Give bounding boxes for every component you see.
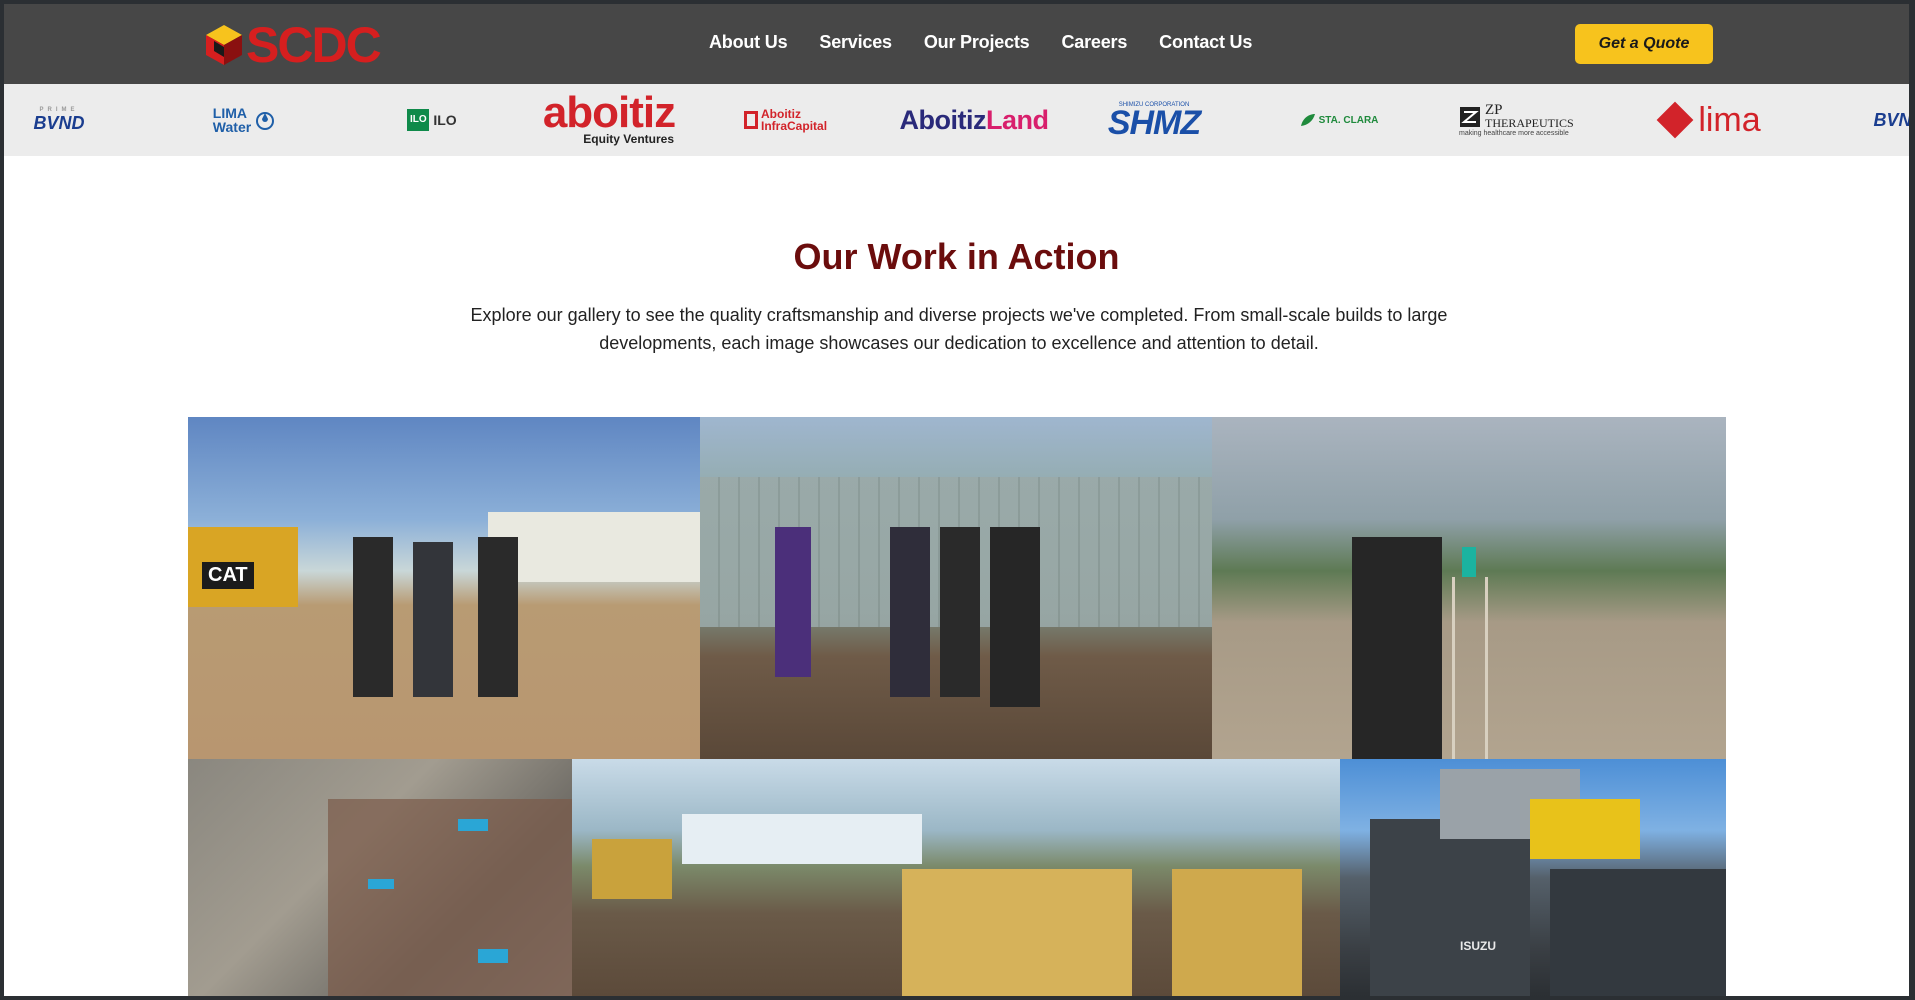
- partner-sta-clara-text: STA. CLARA: [1318, 114, 1379, 126]
- excavation-pit: [328, 799, 572, 996]
- partner-logo-strip: PRIME BVND LIMA Water ILO ILO aboitiz Eq…: [4, 84, 1909, 156]
- partner-aboitiz-sub: Equity Ventures: [583, 132, 674, 146]
- truck-bed-yellow: [1530, 799, 1640, 859]
- partner-logo-aboitiz-infracapital: Aboitiz InfraCapital: [744, 84, 834, 156]
- gallery-photo-aerial-rebar-site[interactable]: [188, 759, 572, 996]
- worker-figure: [940, 527, 980, 697]
- mall-building: [488, 512, 700, 582]
- warehouse: [682, 814, 922, 864]
- worker-figure: [890, 527, 930, 697]
- partner-logo-aboitiz-equity: aboitiz Equity Ventures: [534, 84, 684, 156]
- dump-truck: [1370, 819, 1530, 996]
- partner-logo-lima-land: lima: [1654, 84, 1769, 156]
- site-header: SCDC About Us Services Our Projects Care…: [4, 4, 1909, 84]
- partner-logo-prime-bvnd: PRIME BVND: [24, 84, 94, 156]
- logo-cube-icon: [206, 25, 242, 65]
- partner-zp-tag: making healthcare more accessible: [1459, 130, 1569, 137]
- infra-square-icon: [744, 111, 759, 129]
- blue-tarp: [368, 879, 394, 889]
- zp-mark-icon: [1460, 106, 1480, 127]
- partner-land-a: Aboitiz: [899, 104, 987, 135]
- section-title: Our Work in Action: [793, 236, 1120, 277]
- partner-infra-text: Aboitiz InfraCapital: [761, 107, 828, 133]
- cat-logo: CAT: [202, 562, 254, 589]
- partner-prime-end-text: BVND: [1873, 109, 1909, 130]
- nav-our-projects[interactable]: Our Projects: [924, 32, 1030, 53]
- worker-figure: [990, 527, 1040, 707]
- partner-logo-zp-therapeutics: ZP THERAPEUTICS making healthcare more a…: [1459, 84, 1579, 156]
- partner-lima-land-text: lima: [1698, 101, 1761, 139]
- ilo-mark-icon: ILO: [407, 109, 430, 131]
- worker-figure: [775, 527, 811, 677]
- partner-shmz-text: SHMZ: [1107, 104, 1201, 142]
- main-nav: About Us Services Our Projects Careers C…: [709, 32, 1252, 53]
- gallery-photo-team-at-fenced-site[interactable]: [700, 417, 1212, 759]
- get-a-quote-button[interactable]: Get a Quote: [1575, 24, 1713, 64]
- nav-contact-us[interactable]: Contact Us: [1159, 32, 1252, 53]
- worker-figure: [478, 537, 518, 697]
- isuzu-badge: ISUZU: [1460, 939, 1496, 953]
- partner-logo-aboitiz-land: Aboitiz Land: [899, 84, 1049, 156]
- partner-logo-ilo: ILO ILO: [402, 84, 462, 156]
- nav-about-us[interactable]: About Us: [709, 32, 788, 53]
- nav-careers[interactable]: Careers: [1062, 32, 1128, 53]
- nav-services[interactable]: Services: [819, 32, 892, 53]
- blue-tarp: [458, 819, 488, 831]
- partner-lima-water-text: LIMA Water: [212, 105, 252, 135]
- gallery-photo-isuzu-dump-trucks[interactable]: ISUZU: [1340, 759, 1726, 996]
- partner-logo-shimizu: SHIMIZU CORPORATION SHMZ: [1089, 84, 1219, 156]
- gallery-photo-engineers-reviewing-plans[interactable]: CAT: [188, 417, 700, 759]
- excavator-shape: [902, 869, 1132, 996]
- blue-tarp: [478, 949, 508, 963]
- partner-logo-sta-clara: STA. CLARA: [1294, 84, 1384, 156]
- water-drop-icon: [256, 112, 275, 130]
- leaf-icon: [1300, 114, 1315, 126]
- partner-prime-text: BVND: [33, 112, 85, 133]
- partner-zp-1: ZP: [1485, 102, 1503, 118]
- worker-figure: [413, 542, 453, 697]
- partner-aboitiz-text: aboitiz: [542, 88, 676, 137]
- project-gallery: CAT ISUZU: [188, 417, 1726, 996]
- gallery-photo-excavators-at-pit[interactable]: [572, 759, 1340, 996]
- worker-figure: [353, 537, 393, 697]
- partner-logo-prime-bvnd-repeat: BVND: [1864, 84, 1909, 156]
- logo-text: SCDC: [246, 17, 382, 73]
- site-logo[interactable]: SCDC: [204, 17, 382, 73]
- lima-diamond-icon: [1656, 101, 1694, 139]
- dump-truck: [1550, 869, 1726, 996]
- partner-zp-2: THERAPEUTICS: [1485, 116, 1574, 130]
- tripod: [1452, 577, 1488, 759]
- gallery-photo-surveyor-with-level[interactable]: [1212, 417, 1726, 759]
- excavator-shape: [592, 839, 672, 899]
- browser-viewport: SCDC About Us Services Our Projects Care…: [4, 4, 1909, 996]
- partner-ilo-text: ILO: [433, 112, 457, 128]
- section-description: Explore our gallery to see the quality c…: [470, 305, 1448, 353]
- partner-logo-lima-water: LIMA Water: [204, 84, 284, 156]
- partner-land-b: Land: [985, 104, 1049, 135]
- excavator-shape: [1172, 869, 1302, 996]
- level-instrument: [1462, 547, 1476, 577]
- surveyor-figure: [1352, 537, 1442, 759]
